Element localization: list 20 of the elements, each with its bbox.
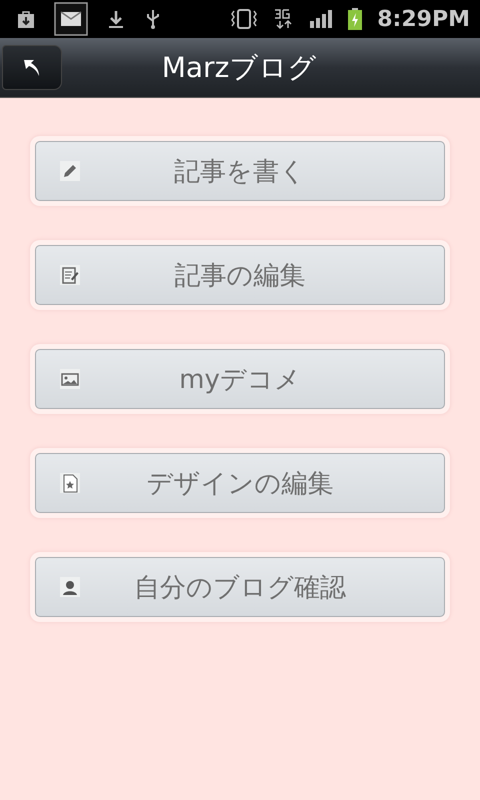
- person-icon: [60, 577, 80, 597]
- battery-charging-icon: [347, 7, 364, 31]
- mail-icon: [54, 2, 88, 36]
- shopping-bag-icon: [16, 9, 36, 29]
- vibrate-icon: [229, 8, 260, 30]
- menu-button[interactable]: デザインの編集: [35, 453, 445, 513]
- notepad-icon: [60, 265, 80, 285]
- pencil-icon: [60, 161, 80, 181]
- clock-time: 8:29PM: [377, 6, 470, 32]
- download-icon: [106, 9, 126, 29]
- image-icon: [60, 369, 80, 389]
- star-document-icon: [60, 473, 80, 493]
- signal-icon: [309, 9, 334, 29]
- usb-icon: [144, 8, 162, 30]
- back-button[interactable]: [2, 45, 62, 90]
- menu-button[interactable]: 自分のブログ確認: [35, 557, 445, 617]
- menu-button[interactable]: myデコメ: [35, 349, 445, 409]
- screen-title: Marzブログ: [160, 50, 318, 86]
- menu-button[interactable]: 記事の編集: [35, 245, 445, 305]
- menu-button[interactable]: 記事を書く: [35, 141, 445, 201]
